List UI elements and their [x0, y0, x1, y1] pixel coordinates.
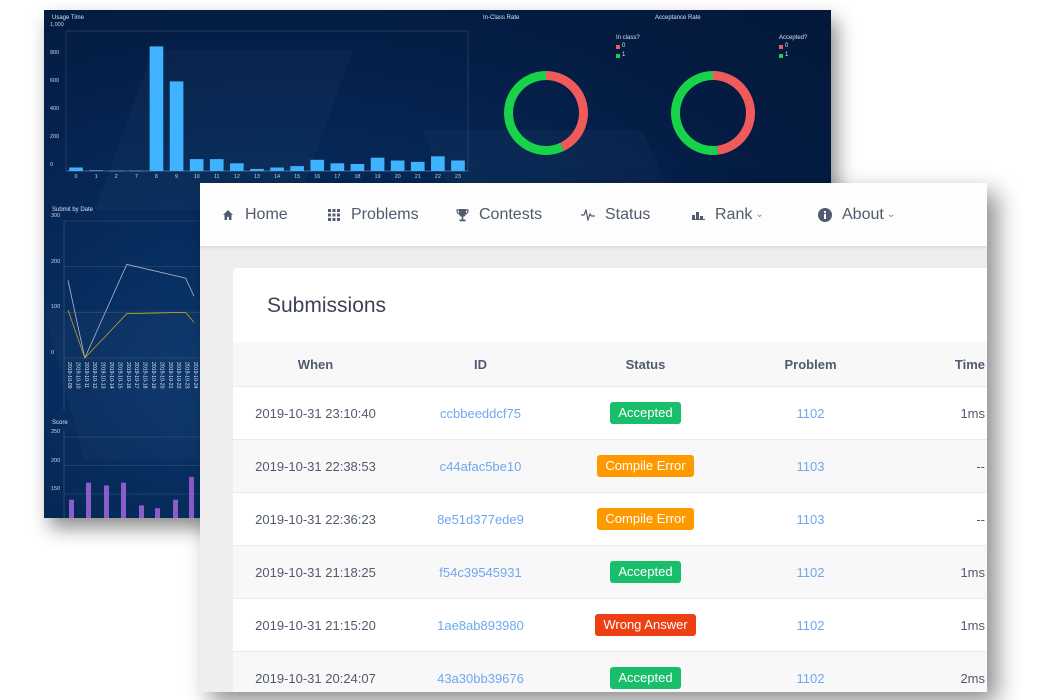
problem-link[interactable]: 1103 [797, 459, 825, 474]
nav-home[interactable]: Home [221, 183, 288, 246]
submission-id-link[interactable]: f54c39545931 [439, 565, 521, 580]
page-title: Submissions [267, 294, 387, 317]
online-judge-window: Home Problems Contests Status Rank ⌄ Abo… [200, 183, 987, 692]
table-header-row: When ID Status Problem Time [233, 342, 987, 387]
column-header-when[interactable]: When [233, 342, 398, 387]
column-header-time[interactable]: Time [893, 342, 987, 387]
status-badge[interactable]: Accepted [610, 402, 681, 424]
problem-link[interactable]: 1102 [797, 618, 825, 633]
problem-link[interactable]: 1102 [797, 406, 825, 421]
bar [104, 485, 109, 518]
column-header-problem[interactable]: Problem [728, 342, 893, 387]
submission-time: 1ms [893, 545, 987, 599]
submission-id-link[interactable]: ccbbeeddcf75 [440, 406, 521, 421]
nav-problems[interactable]: Problems [327, 183, 419, 246]
submission-id-link[interactable]: 43a30bb39676 [437, 671, 524, 686]
status-badge[interactable]: Accepted [610, 561, 681, 583]
bar [69, 499, 74, 518]
submissions-table: When ID Status Problem Time 2019-10-31 2… [233, 342, 987, 692]
submission-when: 2019-10-31 22:36:23 [233, 492, 398, 546]
submission-id-link[interactable]: 1ae8ab893980 [437, 618, 524, 633]
submission-time: -- [893, 439, 987, 493]
nav-status[interactable]: Status [581, 183, 650, 246]
nav-problems-label: Problems [351, 205, 419, 223]
table-row: 2019-10-31 23:10:40 ccbbeeddcf75 Accepted 1… [233, 386, 987, 440]
nav-contests-label: Contests [479, 205, 543, 223]
problem-link[interactable]: 1103 [797, 512, 825, 527]
bar [189, 476, 194, 518]
chevron-down-icon: ⌄ [755, 209, 764, 220]
table-row: 2019-10-31 21:18:25 f54c39545931 Accepted 1… [233, 545, 987, 599]
nav-status-label: Status [605, 205, 651, 223]
submissions-card: Submissions When ID Status Problem Time … [233, 268, 987, 692]
top-navbar: Home Problems Contests Status Rank ⌄ Abo… [200, 183, 987, 247]
nav-about-label: About [842, 205, 884, 223]
chevron-down-icon: ⌄ [886, 209, 896, 220]
bar [139, 505, 144, 518]
status-badge[interactable]: Accepted [610, 667, 681, 689]
status-badge[interactable]: Compile Error [597, 455, 694, 477]
problem-link[interactable]: 1102 [797, 565, 825, 580]
submission-when: 2019-10-31 21:15:20 [233, 598, 398, 652]
table-row: 2019-10-31 20:24:07 43a30bb39676 Accepted 1… [233, 651, 987, 692]
nav-contests[interactable]: Contests [455, 183, 542, 246]
nav-rank[interactable]: Rank ⌄ [691, 183, 764, 246]
bar [86, 482, 91, 518]
table-row: 2019-10-31 21:15:20 1ae8ab893980 Wrong Ans… [233, 598, 987, 652]
nav-about[interactable]: About ⌄ [818, 183, 895, 246]
column-header-id[interactable]: ID [398, 342, 563, 387]
submission-id-link[interactable]: c44afac5be10 [440, 459, 522, 474]
submission-when: 2019-10-31 23:10:40 [233, 386, 398, 440]
submission-id-link[interactable]: 8e51d377ede9 [437, 512, 524, 527]
submission-time: 2ms [893, 651, 987, 692]
bar [155, 508, 160, 518]
bar [173, 499, 178, 518]
home-icon [221, 208, 235, 222]
table-row: 2019-10-31 22:36:23 8e51d377ede9 Compile E… [233, 492, 987, 546]
submission-when: 2019-10-31 21:18:25 [233, 545, 398, 599]
submission-when: 2019-10-31 20:24:07 [233, 651, 398, 692]
pulse-icon [581, 208, 595, 222]
submission-time: 1ms [893, 598, 987, 652]
nav-home-label: Home [245, 205, 288, 223]
column-header-status[interactable]: Status [563, 342, 728, 387]
status-badge[interactable]: Compile Error [597, 508, 694, 530]
problem-link[interactable]: 1102 [797, 671, 825, 686]
submission-time: 1ms [893, 386, 987, 440]
info-icon [818, 207, 832, 222]
nav-rank-label: Rank [715, 205, 753, 223]
table-row: 2019-10-31 22:38:53 c44afac5be10 Compile E… [233, 439, 987, 493]
submission-time: -- [893, 492, 987, 546]
bar [121, 482, 126, 518]
status-badge[interactable]: Wrong Answer [595, 614, 696, 636]
trophy-icon [455, 208, 469, 222]
bar-chart-icon [691, 208, 705, 222]
submission-when: 2019-10-31 22:38:53 [233, 439, 398, 493]
grid-icon [327, 208, 341, 222]
